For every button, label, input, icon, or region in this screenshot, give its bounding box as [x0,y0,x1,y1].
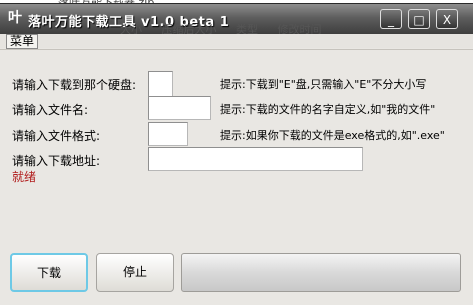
menu-item-menu[interactable]: 菜单 [6,34,39,49]
file-name-hint: 提示:下载的文件的名字自定义,如"我的文件" [220,103,436,116]
drive-hint: 提示:下载到"E"盘,只需输入"E"不分大小写 [220,78,427,91]
stop-button[interactable]: 停止 [96,253,174,292]
drive-input[interactable] [148,71,173,97]
minimize-button[interactable]: _ [380,9,402,29]
file-format-input[interactable] [148,122,188,146]
file-name-label: 请输入文件名: [12,103,89,117]
url-label: 请输入下载地址: [12,154,101,168]
download-progress-bar [181,253,461,292]
file-format-label: 请输入文件格式: [12,129,101,143]
maximize-button[interactable]: □ [408,9,430,29]
close-icon: X [442,13,452,27]
download-button[interactable]: 下载 [10,253,88,292]
maximize-icon: □ [413,13,425,27]
minimize-icon: _ [388,13,394,27]
app-icon: 叶 [8,10,22,26]
file-name-input[interactable] [148,96,211,120]
status-text: 就绪 [12,170,37,184]
menu-bar [0,34,473,48]
close-button[interactable]: X [436,9,458,29]
file-format-hint: 提示:如果你下载的文件是exe格式的,如".exe" [220,129,445,142]
menu-divider [0,49,473,50]
drive-label: 请输入下载到那个硬盘: [12,78,137,92]
url-input[interactable] [148,147,363,171]
